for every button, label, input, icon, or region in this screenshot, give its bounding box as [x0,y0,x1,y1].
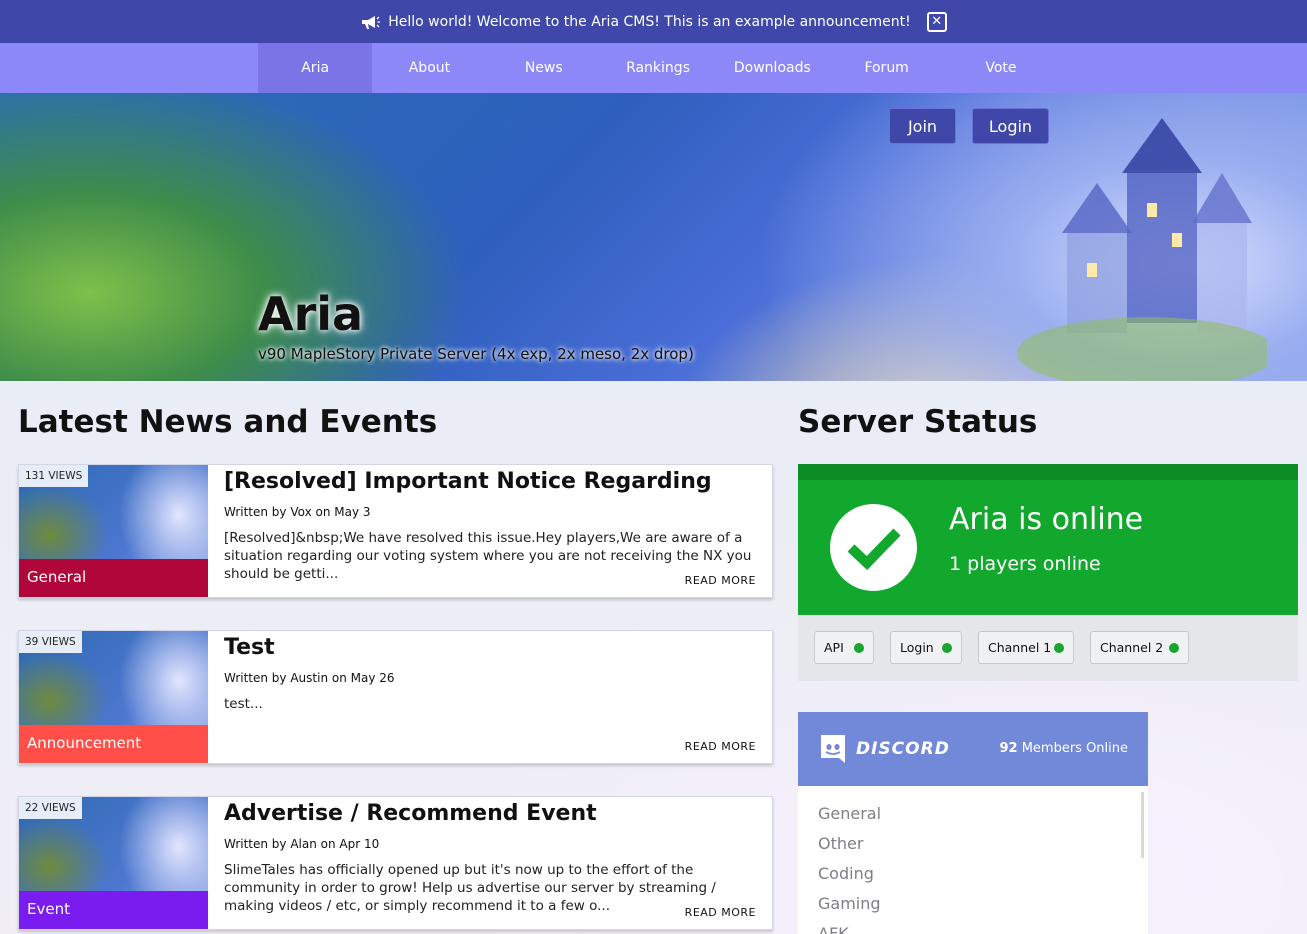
news-card[interactable]: 39 VIEWS Announcement Test Written by Au… [18,630,773,764]
join-button[interactable]: Join [889,108,956,144]
discord-scrollbar[interactable] [1141,792,1144,858]
discord-logo-text: DISCORD [856,739,950,759]
service-pill-channel-2: Channel 2 [1090,631,1189,664]
members-label: Members Online [1021,741,1128,756]
nav-item-downloads[interactable]: Downloads [715,43,829,93]
news-title[interactable]: Advertise / Recommend Event [224,801,597,826]
news-excerpt: [Resolved]&nbsp;We have resolved this is… [224,530,752,582]
members-count: 92 [999,741,1018,756]
status-topbar [798,464,1298,480]
service-pill-api: API [814,631,874,664]
discord-channel[interactable]: AFK [818,924,881,934]
news-thumbnail: 39 VIEWS Announcement [19,631,208,763]
status-dot-icon [942,643,952,653]
news-excerpt: test... [224,696,263,712]
discord-channel[interactable]: Other [818,834,881,864]
server-status-heading: Server Status [798,404,1038,440]
players-online-text: 1 players online [949,553,1101,575]
news-thumbnail: 131 VIEWS General [19,465,208,597]
announcement-bar: Hello world! Welcome to the Aria CMS! Th… [0,0,1307,43]
megaphone-icon [362,15,381,29]
news-meta: Written by Vox on May 3 [224,505,371,519]
news-excerpt: SlimeTales has officially opened up but … [224,862,716,914]
site-subtitle: v90 MapleStory Private Server (4x exp, 2… [258,345,694,363]
news-card[interactable]: 22 VIEWS Event Advertise / Recommend Eve… [18,796,773,930]
discord-icon [821,735,845,763]
discord-logo[interactable]: DISCORD [818,733,950,765]
hero-banner: Join Login Aria v90 MapleStory Private S… [0,93,1307,381]
main-nav: Aria About News Rankings Downloads Forum… [0,43,1307,93]
service-pill-login: Login [890,631,962,664]
views-badge: 39 VIEWS [19,631,82,653]
news-heading: Latest News and Events [18,404,438,440]
status-dot-icon [1054,643,1064,653]
status-dot-icon [1169,643,1179,653]
nav-item-aria[interactable]: Aria [258,43,373,93]
read-more-link[interactable]: READ MORE [685,740,756,753]
status-dot-icon [854,643,864,653]
nav-item-forum[interactable]: Forum [829,43,943,93]
news-title[interactable]: [Resolved] Important Notice Regarding [224,469,712,494]
discord-members-online: 92 Members Online [999,741,1128,756]
news-meta: Written by Austin on May 26 [224,671,395,685]
nav-item-news[interactable]: News [487,43,601,93]
service-pill-channel-1: Channel 1 [978,631,1074,664]
close-announcement-button[interactable]: ✕ [926,11,947,32]
read-more-link[interactable]: READ MORE [685,574,756,587]
service-status-tray: API Login Channel 1 Channel 2 [798,615,1298,681]
news-meta: Written by Alan on Apr 10 [224,837,380,851]
discord-channel-list: General Other Coding Gaming AFK [818,804,881,934]
server-online-text: Aria is online [949,502,1144,537]
discord-channel[interactable]: General [818,804,881,834]
news-card[interactable]: 131 VIEWS General [Resolved] Important N… [18,464,773,598]
announcement-text: Hello world! Welcome to the Aria CMS! Th… [388,13,911,30]
discord-channel[interactable]: Gaming [818,894,881,924]
login-button[interactable]: Login [972,108,1049,144]
server-status-panel: Aria is online 1 players online [798,464,1298,615]
site-title: Aria [258,287,364,341]
category-label: Event [19,891,208,929]
nav-item-about[interactable]: About [372,43,486,93]
service-label: API [824,640,844,655]
discord-channel[interactable]: Coding [818,864,881,894]
views-badge: 131 VIEWS [19,465,89,487]
service-label: Channel 2 [1100,640,1164,655]
discord-header: DISCORD 92 Members Online [798,712,1148,786]
check-icon [830,504,917,591]
nav-item-vote[interactable]: Vote [944,43,1058,93]
views-badge: 22 VIEWS [19,797,82,819]
discord-widget: DISCORD 92 Members Online General Other … [798,712,1148,934]
service-label: Login [900,640,934,655]
category-label: Announcement [19,725,208,763]
service-label: Channel 1 [988,640,1052,655]
category-label: General [19,559,208,597]
nav-item-rankings[interactable]: Rankings [601,43,715,93]
castle-illustration [1017,118,1267,381]
read-more-link[interactable]: READ MORE [685,906,756,919]
news-title[interactable]: Test [224,635,275,660]
news-thumbnail: 22 VIEWS Event [19,797,208,929]
